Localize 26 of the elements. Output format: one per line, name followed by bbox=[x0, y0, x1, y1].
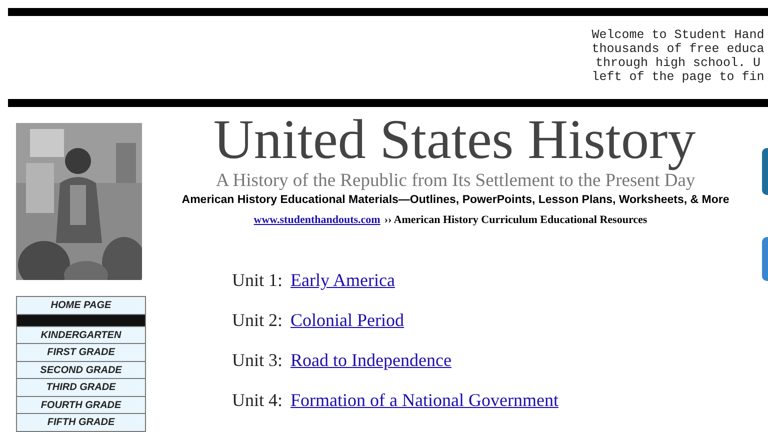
nav-link[interactable]: FIRST GRADE bbox=[17, 344, 145, 362]
welcome-text-line: thousands of free educa bbox=[592, 42, 764, 56]
nav-link[interactable]: FIFTH GRADE bbox=[17, 414, 145, 432]
edge-button[interactable] bbox=[762, 148, 768, 195]
unit-link[interactable]: Colonial Period bbox=[290, 309, 404, 332]
site-description: ›› American History Curriculum Educational Resources bbox=[384, 213, 648, 227]
nav-link[interactable]: HOME PAGE bbox=[17, 297, 145, 314]
welcome-text-line: Welcome to Student Hand bbox=[592, 28, 764, 42]
unit-number: Unit 1: bbox=[232, 269, 283, 292]
unit-link[interactable]: Road to Independence bbox=[290, 349, 452, 372]
edge-button[interactable] bbox=[762, 237, 768, 281]
tagline: American History Educational Materials—Outlines, PowerPoints, Lesson Plans, Worksheets, & More bbox=[182, 193, 730, 208]
site-link[interactable]: www.studenthandouts.com bbox=[254, 213, 380, 227]
nav-link[interactable]: THIRD GRADE bbox=[17, 379, 145, 396]
welcome-text-line: left of the page to fin bbox=[592, 70, 764, 84]
nav-link[interactable]: FOURTH GRADE bbox=[17, 396, 145, 414]
unit-number: Unit 4: bbox=[232, 389, 283, 412]
page-title: United States History bbox=[213, 110, 696, 170]
nav-link[interactable]: SECOND GRADE bbox=[17, 362, 145, 379]
unit-number: Unit 2: bbox=[232, 309, 283, 332]
welcome-text-line: through high school. U bbox=[595, 56, 761, 70]
unit-number: Unit 3: bbox=[232, 349, 283, 372]
nav-link[interactable]: KINDERGARTEN bbox=[17, 326, 145, 344]
unit-link[interactable]: Formation of a National Government bbox=[290, 389, 558, 412]
page-subtitle: A History of the Republic from Its Settlement to the Present Day bbox=[216, 170, 696, 192]
unit-link[interactable]: Early America bbox=[290, 269, 395, 292]
